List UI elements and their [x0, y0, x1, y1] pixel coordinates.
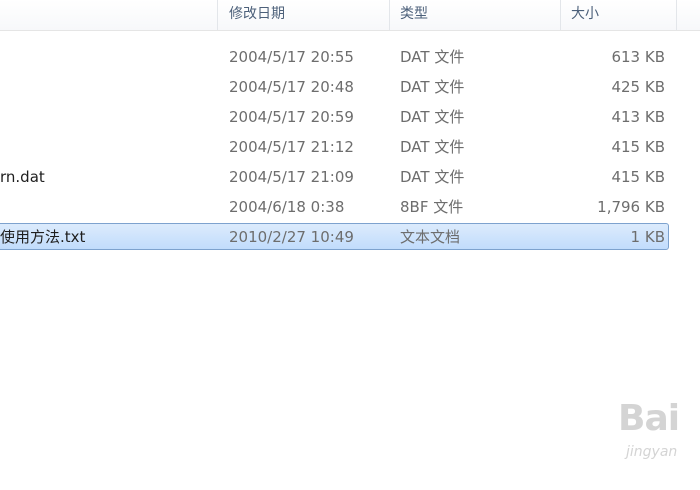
file-size: 415 KB — [611, 168, 665, 186]
file-list: 2004/5/17 20:55 DAT 文件 613 KB 2004/5/17 … — [0, 42, 700, 252]
file-date-modified: 2004/5/17 21:09 — [229, 168, 354, 186]
file-row[interactable]: rn.dat 2004/5/17 21:09 DAT 文件 415 KB — [0, 162, 700, 192]
column-header-size[interactable]: 大小 — [561, 0, 676, 30]
file-date-modified: 2004/6/18 0:38 — [229, 198, 345, 216]
file-type: 8BF 文件 — [400, 198, 464, 216]
file-size: 613 KB — [611, 48, 665, 66]
file-row[interactable]: 2004/5/17 20:55 DAT 文件 613 KB — [0, 42, 700, 72]
file-type: DAT 文件 — [400, 48, 465, 66]
file-name: rn.dat — [0, 168, 45, 186]
file-type: 文本文档 — [400, 228, 461, 246]
file-size: 1,796 KB — [597, 198, 665, 216]
file-row-selected[interactable]: 使用方法.txt 2010/2/27 10:49 文本文档 1 KB — [0, 222, 700, 252]
file-name: 使用方法.txt — [0, 228, 86, 246]
column-divider[interactable] — [676, 0, 677, 30]
file-date-modified: 2004/5/17 20:55 — [229, 48, 354, 66]
file-date-modified: 2010/2/27 10:49 — [229, 228, 354, 246]
watermark-logo-text: Bai — [618, 398, 680, 439]
file-size: 425 KB — [611, 78, 665, 96]
file-type: DAT 文件 — [400, 138, 465, 156]
column-header-bar: 修改日期 类型 大小 — [0, 0, 700, 31]
file-size: 413 KB — [611, 108, 665, 126]
file-type: DAT 文件 — [400, 78, 465, 96]
column-header-type[interactable]: 类型 — [390, 0, 560, 30]
file-row[interactable]: 2004/5/17 20:48 DAT 文件 425 KB — [0, 72, 700, 102]
file-row[interactable]: 2004/5/17 21:12 DAT 文件 415 KB — [0, 132, 700, 162]
file-type: DAT 文件 — [400, 168, 465, 186]
file-name — [0, 42, 215, 72]
column-header-date-modified[interactable]: 修改日期 — [219, 0, 389, 30]
file-name — [0, 132, 215, 162]
file-size: 415 KB — [611, 138, 665, 156]
watermark-sub-text: jingyan — [626, 444, 678, 460]
file-date-modified: 2004/5/17 21:12 — [229, 138, 354, 156]
file-name — [0, 102, 215, 132]
column-divider[interactable] — [217, 0, 218, 30]
file-name — [0, 192, 215, 222]
baidu-watermark: Bai jingyan — [618, 398, 700, 468]
file-type: DAT 文件 — [400, 108, 465, 126]
file-row[interactable]: 2004/5/17 20:59 DAT 文件 413 KB — [0, 102, 700, 132]
file-size: 1 KB — [630, 228, 665, 246]
file-date-modified: 2004/5/17 20:48 — [229, 78, 354, 96]
file-row[interactable]: 2004/6/18 0:38 8BF 文件 1,796 KB — [0, 192, 700, 222]
file-name — [0, 72, 215, 102]
file-date-modified: 2004/5/17 20:59 — [229, 108, 354, 126]
